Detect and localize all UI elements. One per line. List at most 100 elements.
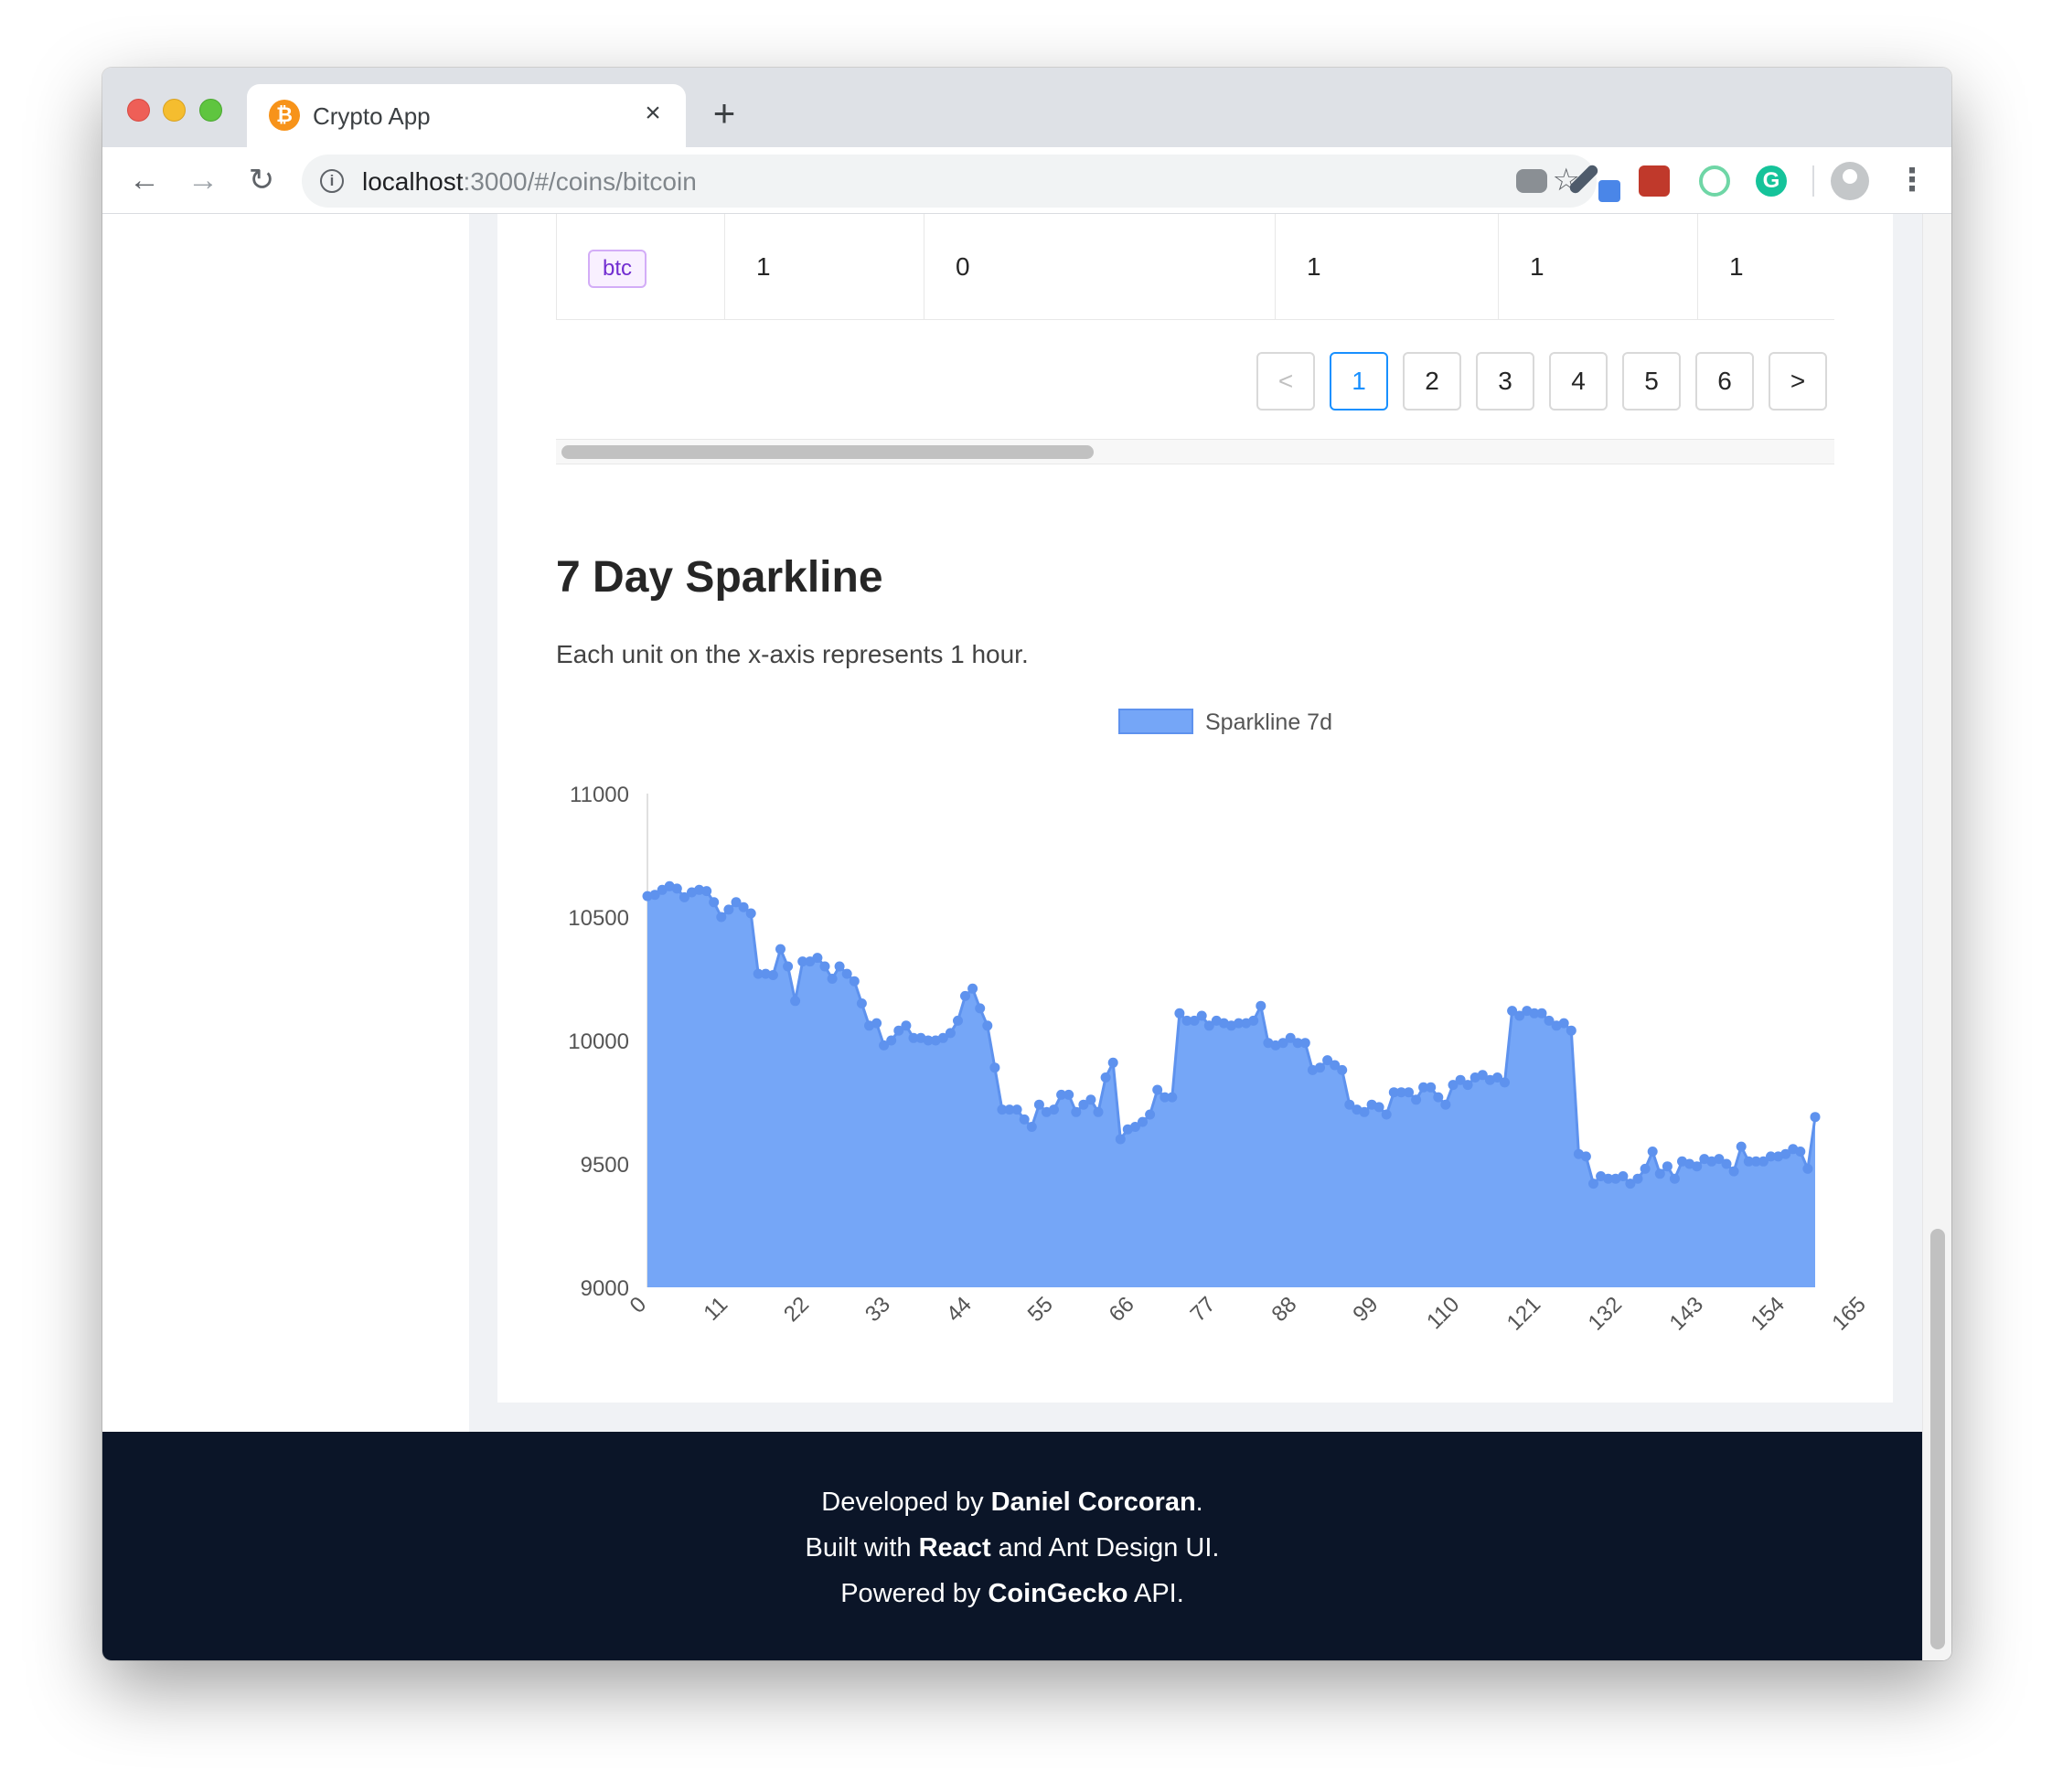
table-cell: 1 <box>1276 214 1499 320</box>
footer-line: Developed by Daniel Corcoran. <box>102 1479 1922 1525</box>
url-host: localhost <box>362 167 464 196</box>
author-name: Daniel Corcoran <box>990 1488 1196 1517</box>
close-tab-icon[interactable]: × <box>636 97 669 130</box>
page-button[interactable]: 1 <box>1330 352 1388 411</box>
footer: Developed by Daniel Corcoran. Built with… <box>102 1432 1922 1660</box>
x-tick-label: 66 <box>1105 1292 1139 1327</box>
page-button[interactable]: 4 <box>1549 352 1608 411</box>
y-tick-label: 10000 <box>568 1029 629 1054</box>
page-button[interactable]: 6 <box>1695 352 1754 411</box>
maximize-window-button[interactable] <box>199 99 222 122</box>
data-point <box>1011 1104 1022 1115</box>
data-point <box>1440 1099 1451 1110</box>
data-point <box>1411 1094 1422 1105</box>
data-point <box>1174 1008 1185 1019</box>
data-point <box>671 883 682 894</box>
x-tick-label: 55 <box>1023 1292 1058 1327</box>
data-point <box>1115 1134 1126 1145</box>
prev-page-button[interactable]: < <box>1256 352 1315 411</box>
data-point <box>1632 1173 1643 1184</box>
data-point <box>982 1020 993 1031</box>
profile-avatar-icon[interactable] <box>1831 162 1869 200</box>
close-window-button[interactable] <box>127 99 150 122</box>
browser-tab[interactable]: ₿ Crypto App × <box>247 84 686 147</box>
data-point <box>1138 1116 1148 1127</box>
data-point <box>1692 1161 1703 1172</box>
data-point <box>827 974 838 984</box>
data-point <box>856 998 867 1008</box>
data-point <box>1810 1112 1821 1123</box>
data-point <box>1728 1166 1739 1177</box>
data-point <box>945 1028 956 1039</box>
url-path: :3000/#/coins/bitcoin <box>463 167 697 196</box>
react-devtools-extension-icon[interactable] <box>1639 165 1670 197</box>
data-point <box>834 961 845 972</box>
legend-label: Sparkline 7d <box>1205 709 1332 735</box>
footer-text: . <box>1195 1488 1203 1517</box>
x-tick-label: 143 <box>1665 1292 1708 1335</box>
back-arrow-icon[interactable]: ← <box>124 160 165 200</box>
next-page-button[interactable]: > <box>1769 352 1827 411</box>
x-tick-label: 110 <box>1422 1292 1464 1334</box>
page-button[interactable]: 2 <box>1403 352 1461 411</box>
data-point <box>901 1020 912 1031</box>
section-description: Each unit on the x-axis represents 1 hou… <box>556 640 1029 668</box>
data-point <box>1085 1094 1096 1105</box>
data-point <box>1071 1106 1082 1117</box>
data-point <box>1795 1147 1806 1157</box>
toolbar-separator <box>1812 165 1814 197</box>
data-point <box>1588 1179 1598 1189</box>
y-tick-label: 9500 <box>581 1153 629 1178</box>
api-name: CoinGecko <box>988 1579 1128 1608</box>
data-point <box>1618 1171 1629 1181</box>
framework-name: React <box>918 1533 991 1563</box>
reload-icon[interactable]: ↻ <box>241 160 282 200</box>
address-bar[interactable]: i localhost:3000/#/coins/bitcoin ☆ <box>302 155 1597 208</box>
grammarly-extension-icon[interactable]: G <box>1756 165 1787 197</box>
data-point <box>1647 1147 1658 1157</box>
data-point <box>1019 1114 1030 1125</box>
target-extension-icon[interactable] <box>1699 165 1730 197</box>
page-vertical-scrollbar[interactable] <box>1922 214 1951 1660</box>
data-point <box>841 968 852 979</box>
markets-table: btc 1 0 1 1 1 <box>556 214 1834 320</box>
data-point <box>1049 1104 1059 1115</box>
scrollbar-thumb[interactable] <box>561 445 1094 459</box>
data-point <box>1063 1089 1074 1100</box>
x-tick-label: 132 <box>1584 1292 1627 1335</box>
data-point <box>1152 1084 1163 1095</box>
data-point <box>790 996 801 1007</box>
site-info-icon[interactable]: i <box>320 169 344 193</box>
x-tick-label: 99 <box>1348 1292 1383 1327</box>
browser-toolbar: ← → ↻ i localhost:3000/#/coins/bitcoin ☆… <box>102 147 1951 214</box>
page-viewport: btc 1 0 1 1 1 < 1 2 3 4 5 6 > 7 Day Spar… <box>102 214 1951 1660</box>
table-cell: 1 <box>1729 252 1744 281</box>
x-tick-label: 121 <box>1502 1292 1545 1335</box>
table-cell: 1 <box>1499 214 1698 320</box>
data-point <box>775 944 786 955</box>
scrollbar-thumb[interactable] <box>1930 1229 1945 1649</box>
more-menu-icon[interactable]: ⋮ <box>1897 160 1928 200</box>
data-point <box>1640 1163 1651 1174</box>
table-cell: btc <box>557 214 725 320</box>
table-cell: 1 <box>725 214 924 320</box>
data-point <box>1721 1158 1732 1169</box>
y-tick-label: 11000 <box>570 783 629 807</box>
section-title: 7 Day Sparkline <box>556 553 883 602</box>
new-tab-icon[interactable]: + <box>704 94 744 135</box>
data-point <box>1802 1163 1813 1174</box>
data-point <box>1404 1087 1414 1098</box>
data-point <box>1536 1008 1547 1019</box>
extension-icon[interactable] <box>1516 169 1547 193</box>
table-horizontal-scrollbar[interactable] <box>556 439 1834 464</box>
data-point <box>871 1018 882 1029</box>
forward-arrow-icon[interactable]: → <box>183 160 223 200</box>
page-button[interactable]: 5 <box>1622 352 1681 411</box>
page-button[interactable]: 3 <box>1476 352 1534 411</box>
footer-text: Powered by <box>840 1579 989 1608</box>
minimize-window-button[interactable] <box>163 99 186 122</box>
footer-text: and Ant Design UI. <box>990 1533 1220 1563</box>
data-point <box>960 990 970 1001</box>
x-tick-label: 44 <box>942 1292 977 1327</box>
url-text[interactable]: localhost:3000/#/coins/bitcoin <box>362 167 697 197</box>
